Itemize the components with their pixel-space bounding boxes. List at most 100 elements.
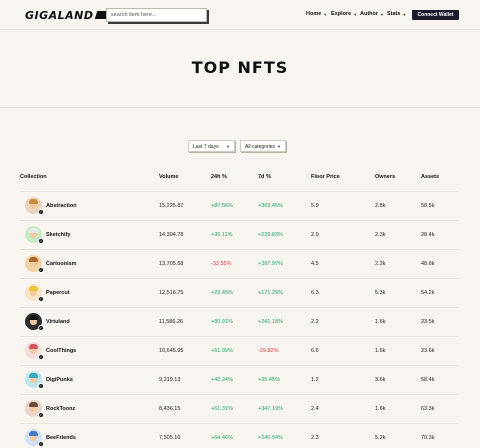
collection-avatar[interactable]: ✓ <box>25 197 44 215</box>
column-header-24h[interactable]: 24h % <box>211 174 227 180</box>
nav-author-label: Author <box>360 11 379 17</box>
chevron-down-icon: ▼ <box>226 144 230 149</box>
column-header-assets[interactable]: Assets <box>421 174 439 180</box>
avatar-hair <box>29 199 38 204</box>
row-divider <box>20 278 458 279</box>
assets-cell: 48.6k <box>421 261 435 267</box>
logo-text: GIGALAND <box>25 8 94 22</box>
floor-price-cell: 5.9 <box>311 203 319 209</box>
owners-cell: 3.6k <box>375 377 386 383</box>
change-24h-cell: +87.56% <box>211 203 233 209</box>
owners-cell: 1.6k <box>375 319 386 325</box>
floor-price-cell: 6.3 <box>311 290 319 296</box>
floor-price-cell: 4.5 <box>311 261 319 267</box>
verified-badge-icon: ✓ <box>38 238 44 244</box>
change-24h-cell: +42.24% <box>211 377 233 383</box>
chevron-down-icon: ▼ <box>323 11 328 17</box>
assets-cell: 58.5k <box>421 203 435 209</box>
category-select-value: All categories <box>245 144 276 150</box>
avatar-hair <box>29 286 38 291</box>
collection-name[interactable]: Cartoonism <box>46 261 77 267</box>
collection-name[interactable]: CoolThings <box>46 348 76 354</box>
nav-author[interactable]: Author ▼ <box>360 11 384 17</box>
nav-stats-label: Stats <box>387 11 401 17</box>
collection-avatar[interactable]: ✓ <box>25 400 44 418</box>
collection-name[interactable]: Abstraction <box>46 203 77 209</box>
collection-avatar[interactable]: ✓ <box>25 429 44 447</box>
floor-price-cell: 2.9 <box>311 232 319 238</box>
assets-cell: 54.2k <box>421 290 435 296</box>
volume-cell: 8,436.15 <box>159 406 181 412</box>
collection-avatar[interactable]: ✓ <box>25 313 44 331</box>
column-header-collection[interactable]: Collection <box>20 174 47 180</box>
nav-stats[interactable]: Stats ▼ <box>387 11 406 17</box>
change-7d-cell: +397.97% <box>258 261 283 267</box>
change-7d-cell: +347.19% <box>258 406 283 412</box>
verified-badge-icon: ✓ <box>38 412 44 418</box>
floor-price-cell: 2.2 <box>311 319 319 325</box>
nav-explore[interactable]: Explore ▼ <box>331 11 357 17</box>
column-header-floor-price[interactable]: Floor Price <box>311 174 340 180</box>
avatar-hair <box>29 257 38 262</box>
owners-cell: 2.3k <box>375 232 386 238</box>
page-title: TOP NFTS <box>191 58 289 77</box>
period-select[interactable]: Last 7 days ▼ <box>188 140 235 152</box>
collection-name[interactable]: Virtuland <box>46 319 70 325</box>
column-header-owners[interactable]: Owners <box>375 174 395 180</box>
floor-price-cell: 2.3 <box>311 435 319 441</box>
row-divider <box>20 423 458 424</box>
collection-avatar[interactable]: ✓ <box>25 284 44 302</box>
owners-cell: 1.6k <box>375 348 386 354</box>
avatar-hair <box>29 373 38 378</box>
owners-cell: 2.2k <box>375 261 386 267</box>
collection-avatar[interactable]: ✓ <box>25 226 44 244</box>
site-header: GIGALAND search item here... Home ▼ Explo… <box>0 0 480 30</box>
header-divider <box>20 191 458 192</box>
connect-wallet-button[interactable]: Connect Wallet <box>412 10 459 20</box>
verified-badge-icon: ✓ <box>38 325 44 331</box>
row-divider <box>20 249 458 250</box>
row-divider <box>20 307 458 308</box>
collection-avatar[interactable]: ✓ <box>25 371 44 389</box>
column-header-7d[interactable]: 7d % <box>258 174 271 180</box>
assets-cell: 28.4k <box>421 232 435 238</box>
change-24h-cell: +35.11% <box>211 232 233 238</box>
column-header-volume[interactable]: Volume <box>159 174 178 180</box>
row-divider <box>20 336 458 337</box>
change-24h-cell: +64.46% <box>211 435 233 441</box>
avatar-hair <box>29 315 38 320</box>
row-divider <box>20 365 458 366</box>
collection-avatar[interactable]: ✓ <box>25 255 44 273</box>
verified-badge-icon: ✓ <box>38 296 44 302</box>
volume-cell: 14,304.78 <box>159 232 184 238</box>
nav-home-label: Home <box>306 11 322 17</box>
assets-cell: 70.3k <box>421 435 435 441</box>
avatar-hair <box>29 402 38 407</box>
collection-avatar[interactable]: ✓ <box>25 342 44 360</box>
owners-cell: 1.6k <box>375 406 386 412</box>
avatar-hair <box>29 228 38 233</box>
category-select[interactable]: All categories ▼ <box>240 140 286 152</box>
collection-name[interactable]: BeeFriends <box>46 435 76 441</box>
verified-badge-icon: ✓ <box>38 383 44 389</box>
volume-cell: 15,225.87 <box>159 203 184 209</box>
assets-cell: 63.3k <box>421 406 435 412</box>
chevron-down-icon: ▼ <box>380 11 384 17</box>
chevron-down-icon: ▼ <box>402 11 407 17</box>
floor-price-cell: 6.6 <box>311 348 319 354</box>
period-select-value: Last 7 days <box>193 144 219 150</box>
owners-cell: 5.2k <box>375 435 386 441</box>
gigaland-logo[interactable]: GIGALAND <box>25 8 111 22</box>
search-input[interactable]: search item here... <box>106 8 207 22</box>
change-24h-cell: +23.45% <box>211 290 233 296</box>
collection-name[interactable]: Sketchify <box>46 232 70 238</box>
chevron-down-icon: ▼ <box>277 144 281 149</box>
nav-explore-label: Explore <box>331 11 352 17</box>
owners-cell: 5.3k <box>375 290 386 296</box>
collection-name[interactable]: DigiPunks <box>46 377 73 383</box>
nav-home[interactable]: Home ▼ <box>306 11 327 17</box>
collection-name[interactable]: Papercut <box>46 290 70 296</box>
verified-badge-icon: ✓ <box>38 209 44 215</box>
collection-name[interactable]: RockToonz <box>46 406 75 412</box>
row-divider <box>20 220 458 221</box>
